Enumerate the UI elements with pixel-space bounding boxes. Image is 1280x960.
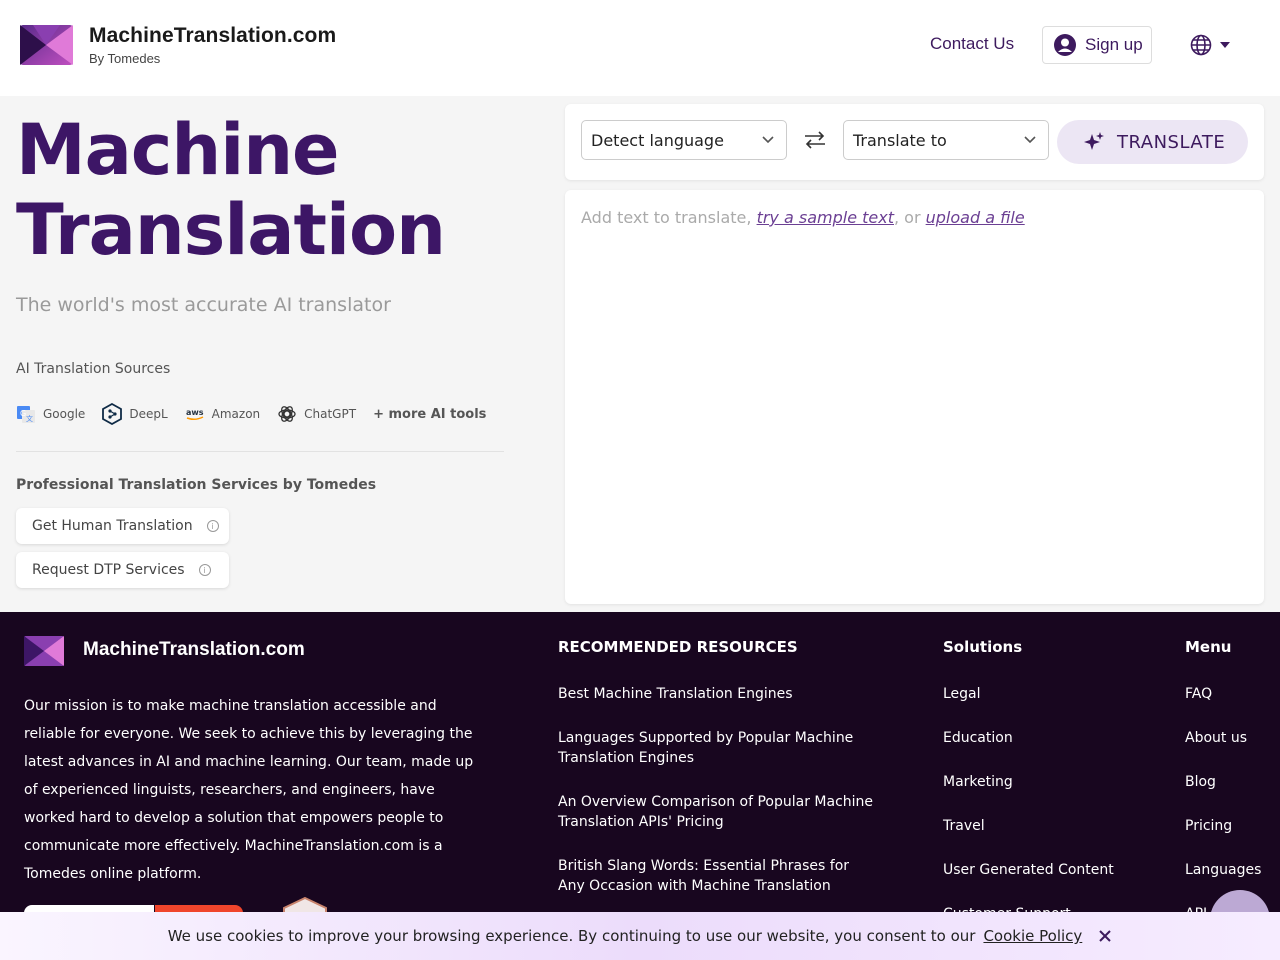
source-language-select[interactable]: Detect language xyxy=(581,120,787,160)
swap-languages-button[interactable] xyxy=(803,130,827,154)
solution-link[interactable]: Travel xyxy=(943,816,1143,836)
source-deepl[interactable]: DeepL xyxy=(102,403,168,425)
page-title-line1: Machine xyxy=(16,109,340,191)
page-title-line2: Translation xyxy=(16,189,446,271)
pro-services-title: Professional Translation Services by Tom… xyxy=(16,477,377,493)
ai-sources-list: G 文 Google DeepL aws Amazon ChatGPT + mo… xyxy=(16,403,486,425)
chevron-down-icon xyxy=(1024,136,1036,144)
cookie-banner: We use cookies to improve your browsing … xyxy=(0,912,1280,960)
button-label: Get Human Translation xyxy=(32,518,193,534)
try-sample-text-link[interactable]: try a sample text xyxy=(757,208,894,227)
solution-link[interactable]: Marketing xyxy=(943,772,1143,792)
close-icon[interactable] xyxy=(1098,929,1112,943)
menu-link[interactable]: FAQ xyxy=(1185,684,1275,704)
page-subtitle: The world's most accurate AI translator xyxy=(16,294,391,316)
info-icon[interactable]: i xyxy=(198,564,211,576)
source-chatgpt[interactable]: ChatGPT xyxy=(277,404,356,424)
resources-title: RECOMMENDED RESOURCES xyxy=(558,638,798,656)
brand-logo-icon[interactable] xyxy=(20,25,73,65)
source-label: Amazon xyxy=(211,407,261,421)
globe-icon xyxy=(1190,34,1212,56)
button-label: Request DTP Services xyxy=(32,562,185,578)
solution-link[interactable]: User Generated Content xyxy=(943,860,1143,880)
divider xyxy=(16,451,504,452)
solution-link[interactable]: Legal xyxy=(943,684,1143,704)
text-placeholder: Add text to translate, try a sample text… xyxy=(581,208,1025,227)
brand[interactable]: MachineTranslation.com By Tomedes xyxy=(89,24,336,66)
menu-link[interactable]: About us xyxy=(1185,728,1275,748)
caret-down-icon xyxy=(1220,42,1230,48)
source-amazon[interactable]: aws Amazon xyxy=(185,407,261,421)
menu-link[interactable]: Languages xyxy=(1185,860,1275,880)
sign-up-button[interactable]: Sign up xyxy=(1042,26,1152,64)
sparkles-icon xyxy=(1084,132,1104,150)
source-label: Google xyxy=(43,407,86,421)
source-language-value: Detect language xyxy=(591,130,724,150)
request-dtp-services-button[interactable]: Request DTP Services i xyxy=(16,552,229,588)
chatgpt-icon xyxy=(278,406,296,422)
user-avatar-icon xyxy=(1054,34,1076,56)
svg-text:aws: aws xyxy=(186,408,204,417)
target-language-select[interactable]: Translate to xyxy=(843,120,1049,160)
resource-link[interactable]: Languages Supported by Popular Machine T… xyxy=(558,728,878,768)
get-human-translation-button[interactable]: Get Human Translation i xyxy=(16,508,229,544)
footer-logo-icon[interactable] xyxy=(24,636,64,666)
google-translate-icon: G 文 xyxy=(17,406,35,423)
source-text-area[interactable]: Add text to translate, try a sample text… xyxy=(565,190,1264,604)
brand-sub: By Tomedes xyxy=(89,51,161,66)
solutions-list: Legal Education Marketing Travel User Ge… xyxy=(943,684,1143,948)
menu-link[interactable]: Blog xyxy=(1185,772,1275,792)
source-label: DeepL xyxy=(129,407,168,421)
resource-link[interactable]: Best Machine Translation Engines xyxy=(558,684,878,704)
menu-link[interactable]: Pricing xyxy=(1185,816,1275,836)
svg-text:文: 文 xyxy=(26,414,33,423)
language-selector[interactable] xyxy=(1190,34,1230,56)
menu-title: Menu xyxy=(1185,638,1232,656)
site-footer: MachineTranslation.com Our mission is to… xyxy=(0,612,1280,960)
placeholder-prefix: Add text to translate, xyxy=(581,208,752,227)
resource-link[interactable]: British Slang Words: Essential Phrases f… xyxy=(558,856,878,896)
resource-link[interactable]: An Overview Comparison of Popular Machin… xyxy=(558,792,878,832)
translate-button[interactable]: TRANSLATE xyxy=(1057,120,1248,164)
more-ai-tools-link[interactable]: + more AI tools xyxy=(373,407,486,422)
aws-icon: aws xyxy=(186,408,204,421)
solution-link[interactable]: Education xyxy=(943,728,1143,748)
cookie-policy-link[interactable]: Cookie Policy xyxy=(983,927,1082,945)
sources-label: AI Translation Sources xyxy=(16,361,171,377)
source-google[interactable]: G 文 Google xyxy=(16,404,85,424)
footer-mission-text: Our mission is to make machine translati… xyxy=(24,698,474,882)
site-header: MachineTranslation.com By Tomedes Contac… xyxy=(0,0,1280,96)
footer-brand-name[interactable]: MachineTranslation.com xyxy=(83,639,305,661)
translate-label: TRANSLATE xyxy=(1117,131,1226,153)
sign-up-label: Sign up xyxy=(1085,35,1143,54)
source-label: ChatGPT xyxy=(304,407,357,421)
target-language-value: Translate to xyxy=(853,130,947,150)
resources-list: Best Machine Translation Engines Languag… xyxy=(558,684,878,920)
solutions-title: Solutions xyxy=(943,638,1023,656)
upload-file-link[interactable]: upload a file xyxy=(926,208,1025,227)
deepl-icon xyxy=(102,403,123,425)
cookie-text: We use cookies to improve your browsing … xyxy=(167,927,976,945)
page-title: Machine Translation xyxy=(16,109,446,271)
contact-us-link[interactable]: Contact Us xyxy=(930,34,1014,54)
translator-toolbar: Detect language Translate to TRANSLATE xyxy=(565,104,1264,180)
swap-arrows-icon xyxy=(805,131,825,149)
chevron-down-icon xyxy=(762,136,774,144)
brand-name: MachineTranslation.com xyxy=(89,24,337,47)
info-icon[interactable]: i xyxy=(206,520,219,532)
or-text: , or xyxy=(893,208,921,227)
